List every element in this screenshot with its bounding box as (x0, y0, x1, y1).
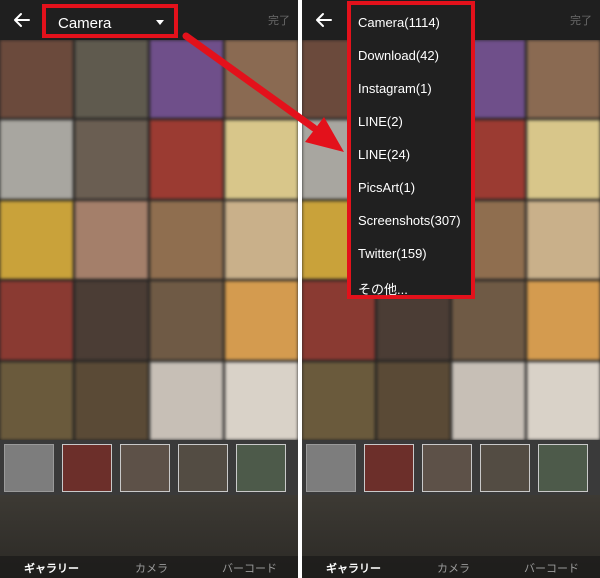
photo-thumbnail[interactable] (0, 281, 73, 360)
thumbnail-slot[interactable] (422, 444, 472, 492)
photo-thumbnail[interactable] (150, 120, 223, 199)
album-name: Camera (58, 15, 112, 32)
arrow-left-icon[interactable] (10, 9, 32, 31)
thumbnail-slot[interactable] (178, 444, 228, 492)
thumbnail-slot[interactable] (306, 444, 356, 492)
tab-barcode[interactable]: バーコード (222, 560, 277, 576)
photo-thumbnail[interactable] (527, 200, 600, 280)
photo-thumbnail[interactable] (0, 120, 73, 199)
photo-thumbnail[interactable] (225, 200, 298, 280)
bottom-tabs: ギャラリー カメラ バーコード (0, 556, 298, 578)
photo-thumbnail[interactable] (0, 361, 73, 440)
tab-barcode[interactable]: バーコード (524, 560, 579, 576)
thumbnail-slot[interactable] (62, 444, 112, 492)
selected-thumbnails (0, 440, 298, 495)
folder-menu: Camera(1114) Download(42) Instagram(1) L… (347, 1, 475, 299)
photo-thumbnail[interactable] (225, 120, 298, 199)
photo-thumbnail[interactable] (75, 40, 148, 119)
photo-thumbnail[interactable] (0, 40, 73, 119)
photo-thumbnail[interactable] (225, 361, 298, 440)
menu-item-line-2[interactable]: LINE(2) (358, 114, 403, 129)
photo-thumbnail[interactable] (527, 281, 600, 360)
photo-thumbnail[interactable] (302, 361, 375, 440)
menu-item-picsart[interactable]: PicsArt(1) (358, 180, 415, 195)
left-screen: Camera 完了 ギャラリー カメラ バーコード (0, 0, 298, 578)
menu-item-line-24[interactable]: LINE(24) (358, 147, 410, 162)
photo-thumbnail[interactable] (377, 361, 450, 440)
photo-thumbnail[interactable] (527, 40, 600, 119)
photo-thumbnail[interactable] (150, 361, 223, 440)
tab-gallery[interactable]: ギャラリー (24, 560, 79, 576)
menu-item-screenshots[interactable]: Screenshots(307) (358, 213, 461, 228)
done-button[interactable]: 完了 (268, 12, 290, 28)
photo-thumbnail[interactable] (527, 120, 600, 199)
right-screen: 完了 ギャラリー カメラ バーコード Camera(1114) Download… (302, 0, 600, 578)
thumbnail-slot[interactable] (236, 444, 286, 492)
caret-down-icon (156, 20, 164, 25)
photo-thumbnail[interactable] (75, 361, 148, 440)
photo-thumbnail[interactable] (150, 40, 223, 119)
thumbnail-slot[interactable] (120, 444, 170, 492)
thumbnail-slot[interactable] (4, 444, 54, 492)
menu-item-download[interactable]: Download(42) (358, 48, 439, 63)
photo-thumbnail[interactable] (527, 361, 600, 440)
photo-thumbnail[interactable] (225, 40, 298, 119)
album-dropdown[interactable]: Camera (42, 4, 178, 38)
arrow-left-icon[interactable] (312, 9, 334, 31)
menu-item-camera[interactable]: Camera(1114) (358, 15, 440, 30)
left-header: Camera 完了 (0, 0, 298, 40)
photo-thumbnail[interactable] (150, 281, 223, 360)
photo-thumbnail[interactable] (150, 200, 223, 280)
menu-item-instagram[interactable]: Instagram(1) (358, 81, 432, 96)
tab-camera[interactable]: カメラ (135, 560, 168, 576)
photo-thumbnail[interactable] (75, 281, 148, 360)
photo-grid (0, 40, 298, 440)
done-button[interactable]: 完了 (570, 12, 592, 28)
tab-camera[interactable]: カメラ (437, 560, 470, 576)
tab-gallery[interactable]: ギャラリー (326, 560, 381, 576)
photo-thumbnail[interactable] (75, 120, 148, 199)
thumbnail-slot[interactable] (480, 444, 530, 492)
thumbnail-slot[interactable] (364, 444, 414, 492)
bottom-tabs: ギャラリー カメラ バーコード (302, 556, 600, 578)
photo-thumbnail[interactable] (225, 281, 298, 360)
selected-thumbnails (302, 440, 600, 495)
photo-thumbnail[interactable] (0, 200, 73, 280)
photo-thumbnail[interactable] (452, 361, 525, 440)
menu-item-twitter[interactable]: Twitter(159) (358, 246, 427, 261)
photo-thumbnail[interactable] (75, 200, 148, 280)
thumbnail-slot[interactable] (538, 444, 588, 492)
menu-item-other[interactable]: その他... (358, 279, 408, 298)
